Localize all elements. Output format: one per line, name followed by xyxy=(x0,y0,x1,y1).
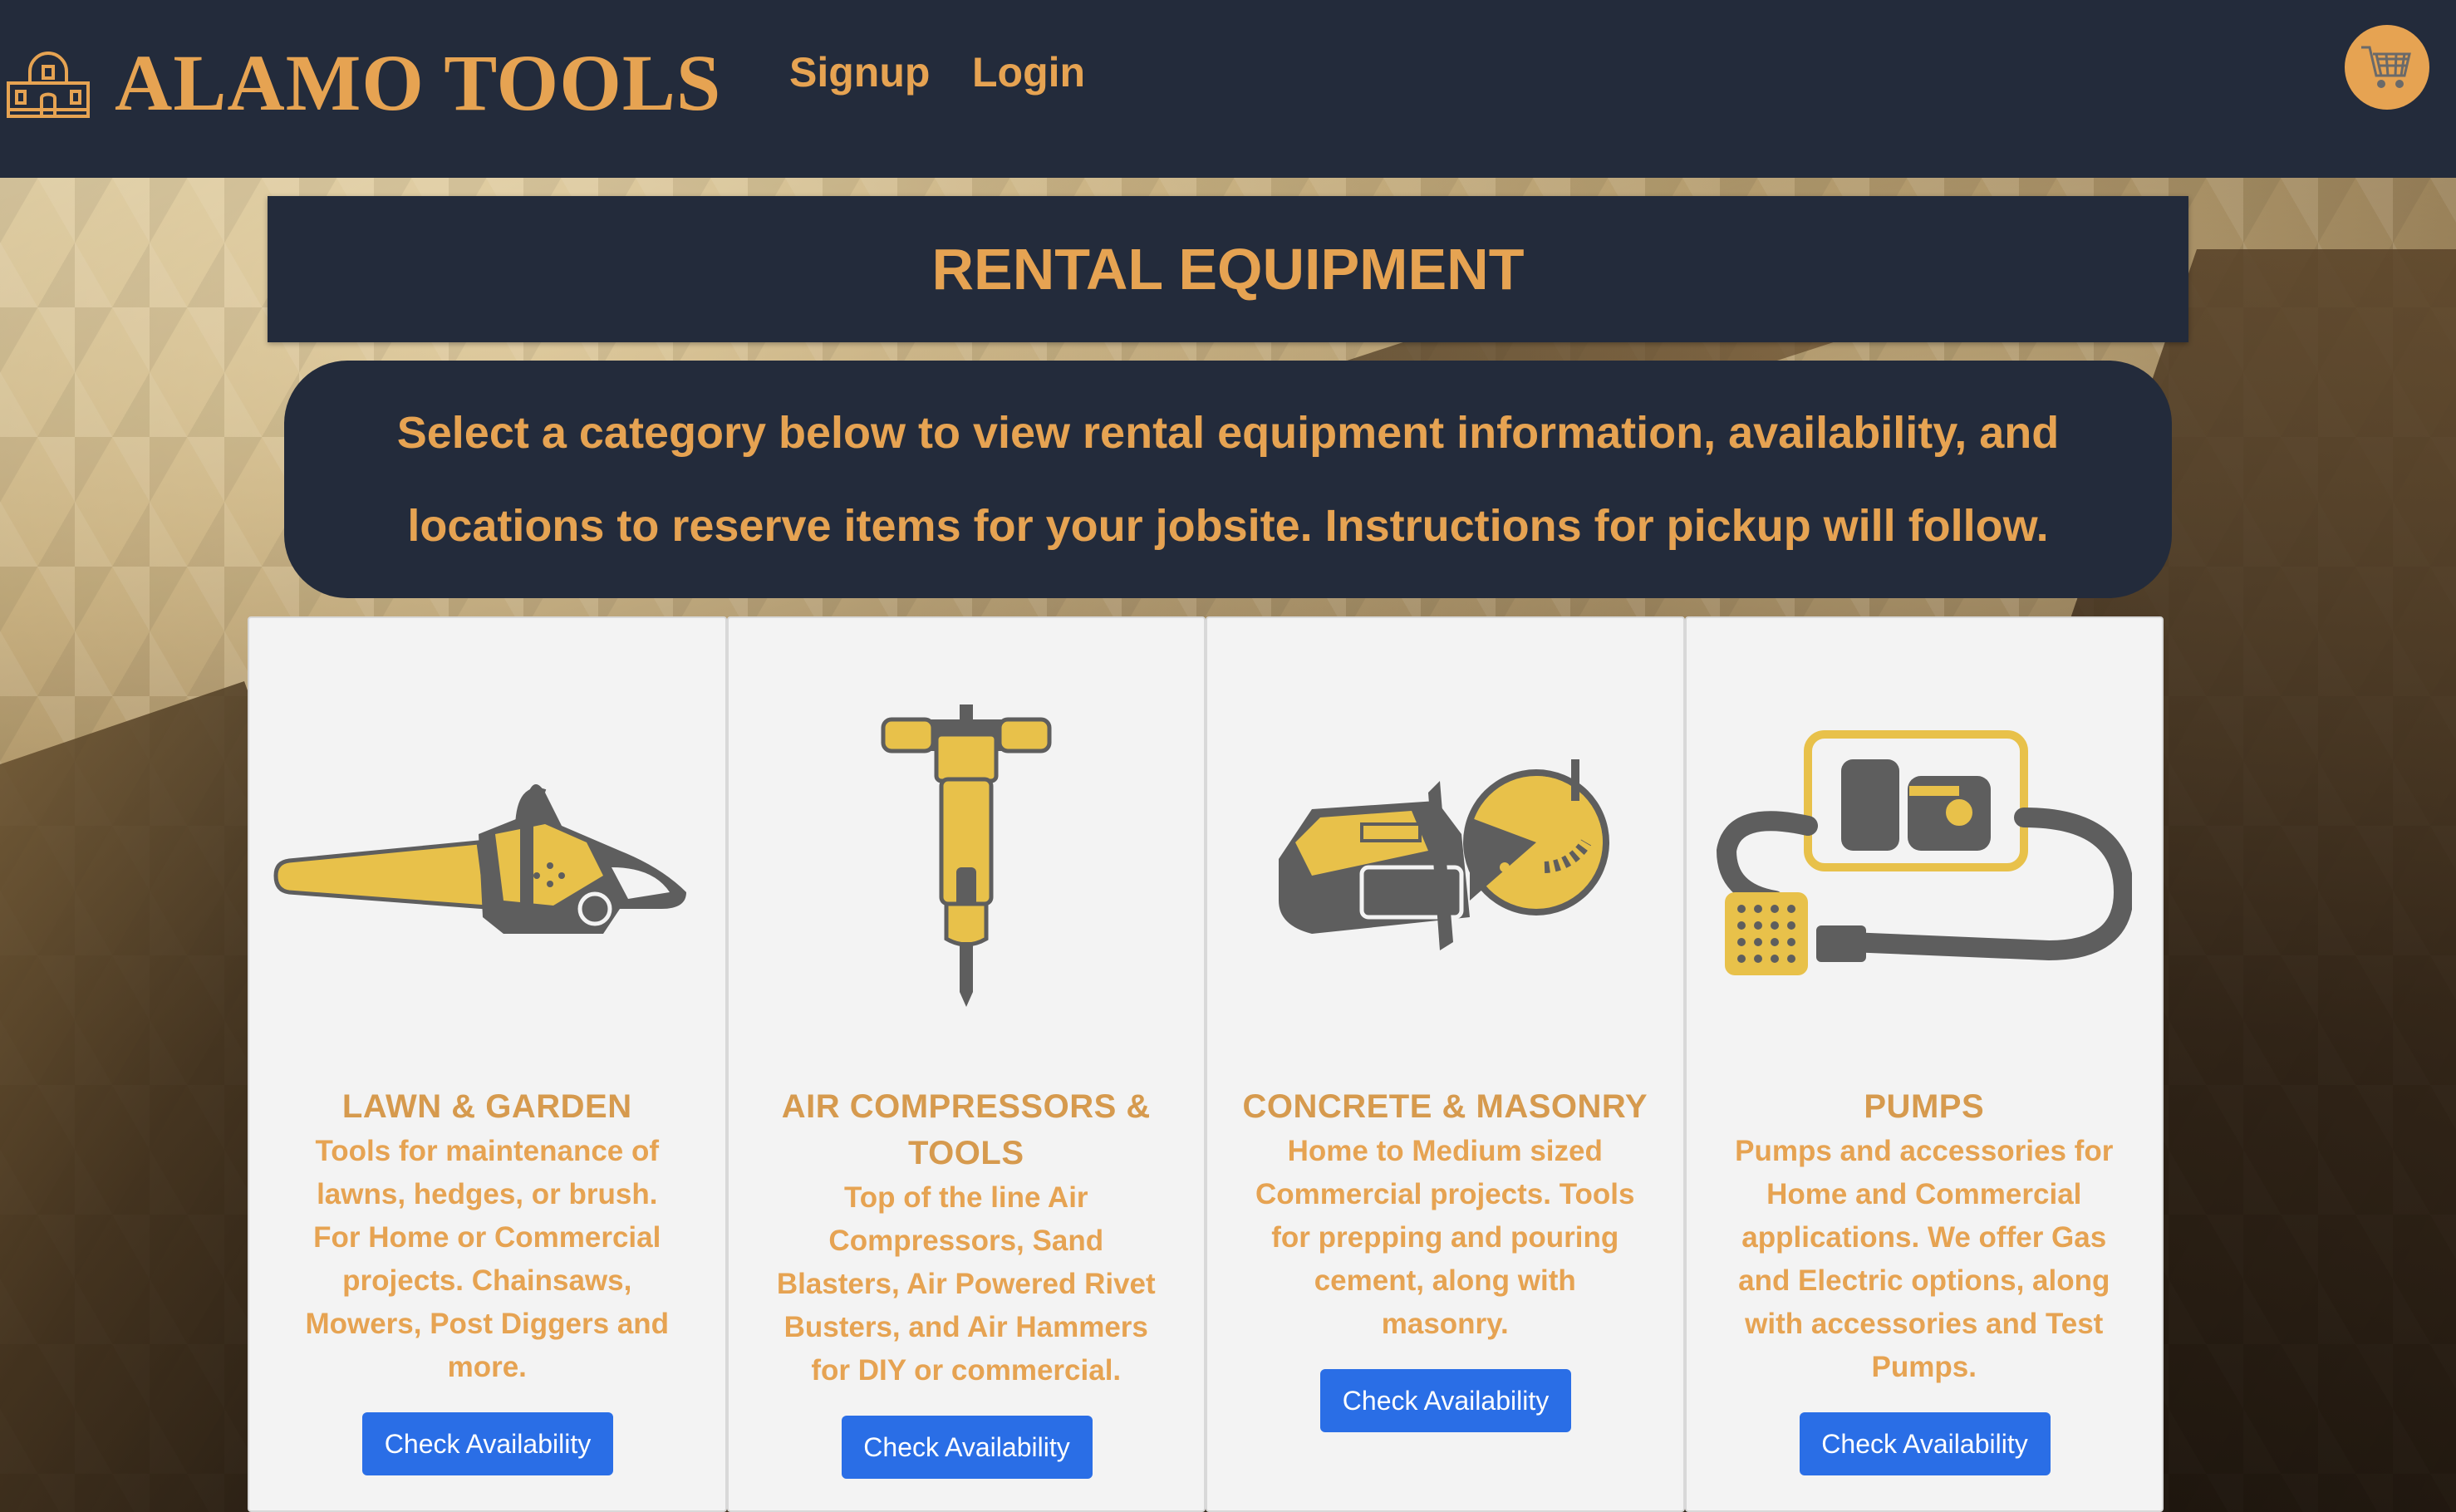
card-title: LAWN & GARDEN xyxy=(341,1088,632,1125)
card-description: Pumps and accessories for Home and Comme… xyxy=(1720,1130,2129,1389)
card-desc-line: For Home or Commercial xyxy=(313,1221,661,1254)
card-desc-line: for DIY or commercial. xyxy=(811,1354,1122,1387)
shopping-cart-button[interactable] xyxy=(2345,25,2429,110)
card-desc-line: Mowers, Post Diggers and xyxy=(305,1308,670,1340)
card-desc-line: Commercial projects. Tools xyxy=(1255,1178,1635,1210)
card-title-line: AIR COMPRESSORS & xyxy=(781,1088,1151,1125)
card-desc-line: more. xyxy=(447,1351,527,1383)
card-desc-line: Home and Commercial xyxy=(1766,1178,2082,1210)
card-description: Top of the line Air Compressors, Sand Bl… xyxy=(762,1176,1172,1392)
card-title-line: TOOLS xyxy=(907,1135,1024,1171)
brand-name: ALAMO TOOLS xyxy=(115,38,722,127)
card-desc-line: Top of the line Air xyxy=(843,1181,1088,1214)
intro-panel: Select a category below to view rental e… xyxy=(284,361,2172,598)
card-body: AIR COMPRESSORS & TOOLS Top of the line … xyxy=(762,1083,1172,1392)
concrete-saw-icon xyxy=(1279,759,1610,950)
brand-link[interactable]: ALAMO TOOLS xyxy=(5,43,721,123)
category-card-pumps[interactable]: PUMPS Pumps and accessories for Home and… xyxy=(1684,616,2164,1512)
card-desc-line: cement, along with xyxy=(1314,1264,1576,1297)
check-availability-button[interactable]: Check Availability xyxy=(1320,1369,1571,1432)
category-card-concrete-masonry[interactable]: CONCRETE & MASONRY Home to Medium sized … xyxy=(1206,616,1685,1512)
card-title: PUMPS xyxy=(1864,1088,1985,1125)
card-desc-line: applications. We offer Gas xyxy=(1741,1221,2107,1254)
check-availability-button[interactable]: Check Availability xyxy=(1799,1412,2051,1475)
card-image xyxy=(729,668,1205,1050)
card-image xyxy=(1687,668,2163,1050)
card-desc-line: with accessories and Test xyxy=(1745,1308,2104,1340)
card-title: CONCRETE & MASONRY xyxy=(1242,1088,1648,1125)
check-availability-button[interactable]: Check Availability xyxy=(841,1416,1093,1479)
card-body: PUMPS Pumps and accessories for Home and… xyxy=(1720,1083,2129,1389)
card-desc-line: projects. Chainsaws, xyxy=(342,1264,632,1297)
intro-text: Select a category below to view rental e… xyxy=(397,386,2059,572)
card-desc-line: Compressors, Sand xyxy=(828,1225,1104,1257)
navbar: ALAMO TOOLS Signup Login xyxy=(0,0,2456,178)
card-desc-line: Pumps. xyxy=(1871,1351,1977,1383)
water-pump-icon xyxy=(1716,730,2132,975)
page-title: RENTAL EQUIPMENT xyxy=(931,237,1525,302)
card-desc-line: and Electric options, along xyxy=(1738,1264,2110,1297)
card-desc-line: Pumps and accessories for xyxy=(1735,1135,2114,1167)
card-desc-line: Blasters, Air Powered Rivet xyxy=(776,1268,1156,1300)
intro-line-1: Select a category below to view rental e… xyxy=(396,408,2060,458)
category-card-air-compressors[interactable]: AIR COMPRESSORS & TOOLS Top of the line … xyxy=(726,616,1206,1512)
chainsaw-icon xyxy=(273,784,687,934)
card-image xyxy=(1207,668,1683,1050)
card-title: AIR COMPRESSORS & TOOLS xyxy=(762,1083,1172,1176)
intro-line-2: locations to reserve items for your jobs… xyxy=(407,501,2049,551)
card-desc-line: Tools for maintenance of xyxy=(315,1135,660,1167)
signup-link[interactable]: Signup xyxy=(789,48,930,96)
shopping-cart-icon xyxy=(2361,46,2411,88)
check-availability-button[interactable]: Check Availability xyxy=(362,1412,613,1475)
jackhammer-icon xyxy=(881,704,1052,1007)
card-description: Home to Medium sized Commercial projects… xyxy=(1240,1130,1650,1346)
alamo-building-icon xyxy=(7,51,90,118)
page-banner: RENTAL EQUIPMENT xyxy=(268,196,2188,342)
category-cards: LAWN & GARDEN Tools for maintenance of l… xyxy=(248,616,2164,1512)
card-desc-line: lawns, hedges, or brush. xyxy=(317,1178,658,1210)
card-desc-line: masonry. xyxy=(1381,1308,1509,1340)
card-desc-line: for prepping and pouring xyxy=(1271,1221,1619,1254)
card-desc-line: Home to Medium sized xyxy=(1287,1135,1603,1167)
category-card-lawn-garden[interactable]: LAWN & GARDEN Tools for maintenance of l… xyxy=(248,616,727,1512)
card-image xyxy=(249,668,725,1050)
card-description: Tools for maintenance of lawns, hedges, … xyxy=(282,1130,692,1389)
card-desc-line: Busters, and Air Hammers xyxy=(783,1311,1148,1343)
login-link[interactable]: Login xyxy=(972,48,1085,96)
card-body: CONCRETE & MASONRY Home to Medium sized … xyxy=(1240,1083,1650,1346)
card-body: LAWN & GARDEN Tools for maintenance of l… xyxy=(282,1083,692,1389)
